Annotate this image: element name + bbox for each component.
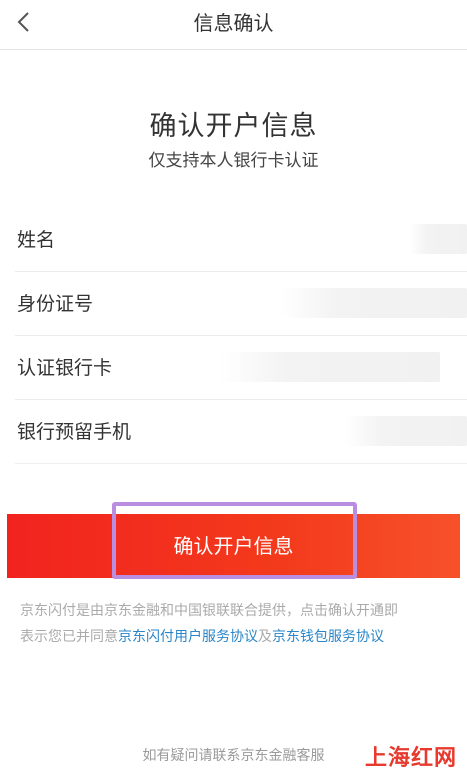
name-field[interactable] [410,224,467,254]
nav-bar: 信息确认 [0,0,467,50]
phone-field[interactable] [345,416,467,446]
id-number-row: 身份证号 [15,272,467,336]
account-info-form: 姓名 身份证号 认证银行卡 银行预留手机 [15,208,467,464]
watermark-logo: 上海红网 [364,746,457,771]
phone-label: 银行预留手机 [17,421,132,443]
wallet-service-agreement-link[interactable]: 京东钱包服务协议 [272,629,384,645]
name-row: 姓名 [15,208,467,272]
bank-card-field[interactable] [220,352,440,382]
notice-joiner: 及 [258,629,272,645]
name-label: 姓名 [17,229,56,251]
bank-card-row: 认证银行卡 [15,336,467,400]
notice-prefix: 表示您已并同意 [20,629,118,645]
confirm-account-button-label: 确认开户信息 [173,534,294,558]
page-title: 确认开户信息 [149,111,318,142]
notice-line-1: 京东闪付是由京东金融和中国银联联合提供，点击确认开通即 [20,603,398,619]
notice-line-2: 表示您已并同意京东闪付用户服务协议及京东钱包服务协议 [20,624,450,650]
id-number-label: 身份证号 [17,293,94,315]
contact-support-link[interactable]: 如有疑问请联系京东金融客服 [143,748,325,764]
bank-card-label: 认证银行卡 [17,357,113,379]
agreement-notice: 京东闪付是由京东金融和中国银联联合提供，点击确认开通即 表示您已并同意京东闪付用… [20,598,450,650]
phone-row: 银行预留手机 [15,400,467,464]
nav-title: 信息确认 [193,11,274,35]
id-number-field[interactable] [280,288,467,318]
confirm-account-button[interactable]: 确认开户信息 [7,514,460,578]
user-service-agreement-link[interactable]: 京东闪付用户服务协议 [118,629,258,645]
page-subtitle: 仅支持本人银行卡认证 [148,151,319,171]
